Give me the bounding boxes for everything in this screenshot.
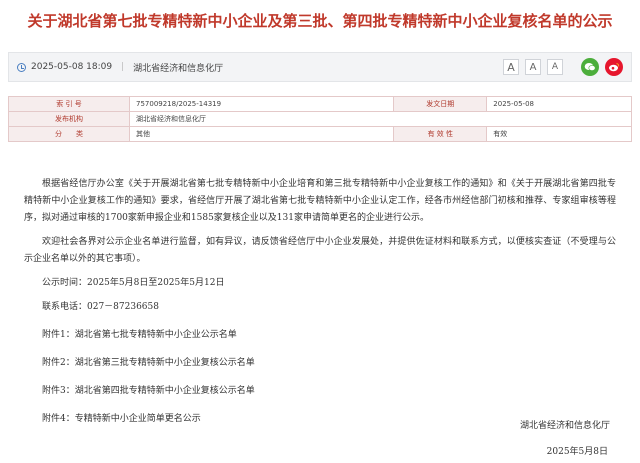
info-row: 索 引 号 757009218/2025-14319 发文日期 2025-05-…: [8, 96, 632, 112]
attachment-link[interactable]: 附件1：湖北省第七批专精特新中小企业公示名单: [24, 327, 616, 344]
wechat-icon[interactable]: [581, 58, 599, 76]
font-size-small-button[interactable]: A: [547, 59, 563, 75]
article-body: 根据省经信厅办公室《关于开展湖北省第七批专精特新中小企业培育和第三批专精特新中小…: [24, 176, 616, 439]
validity-value: 有效: [486, 126, 632, 142]
body-paragraph: 欢迎社会各界对公示企业名单进行监督，如有异议，请反馈省经信厅中小企业发展处，并提…: [24, 237, 616, 264]
date-value: 2025-05-08: [486, 96, 632, 112]
font-size-large-button[interactable]: A: [503, 59, 519, 75]
publish-source: 湖北省经济和信息化厅: [133, 63, 224, 74]
document-info-table: 索 引 号 757009218/2025-14319 发文日期 2025-05-…: [8, 96, 632, 142]
publish-datetime: 2025-05-08 18:09: [31, 62, 113, 72]
meta-bar: 2025-05-08 18:09 | 湖北省经济和信息化厅 A A A: [8, 52, 632, 82]
clock-icon: [17, 62, 26, 72]
validity-label: 有 效 性: [393, 126, 488, 142]
meta-tools: A A A: [503, 53, 623, 81]
index-label: 索 引 号: [8, 96, 130, 112]
meta-info: 2025-05-08 18:09 | 湖北省经济和信息化厅: [17, 53, 223, 81]
announcement-period: 公示时间：2025年5月8日至2025年5月12日: [42, 278, 225, 288]
info-row: 分 类 其他 有 效 性 有效: [8, 126, 632, 142]
body-paragraph: 根据省经信厅办公室《关于开展湖北省第七批专精特新中小企业培育和第三批专精特新中小…: [24, 179, 616, 223]
org-value: 湖北省经济和信息化厅: [129, 111, 632, 127]
attachment-link[interactable]: 附件2：湖北省第三批专精特新中小企业复核公示名单: [24, 355, 616, 372]
org-label: 发布机构: [8, 111, 130, 127]
date-label: 发文日期: [393, 96, 488, 112]
page-title: 关于湖北省第七批专精特新中小企业及第三批、第四批专精特新中小企业复核名单的公示: [27, 12, 613, 30]
index-value: 757009218/2025-14319: [128, 96, 395, 112]
contact-phone: 联系电话：027－87236658: [42, 302, 159, 312]
category-label: 分 类: [8, 126, 130, 142]
weibo-icon[interactable]: [605, 58, 623, 76]
meta-separator: |: [121, 62, 125, 72]
signature: 湖北省经济和信息化厅: [519, 421, 610, 431]
category-value: 其他: [128, 126, 395, 142]
info-row: 发布机构 湖北省经济和信息化厅: [8, 111, 632, 127]
sign-date: 2025年5月8日: [546, 447, 608, 457]
attachment-link[interactable]: 附件3：湖北省第四批专精特新中小企业复核公示名单: [24, 383, 616, 400]
font-size-medium-button[interactable]: A: [525, 59, 541, 75]
